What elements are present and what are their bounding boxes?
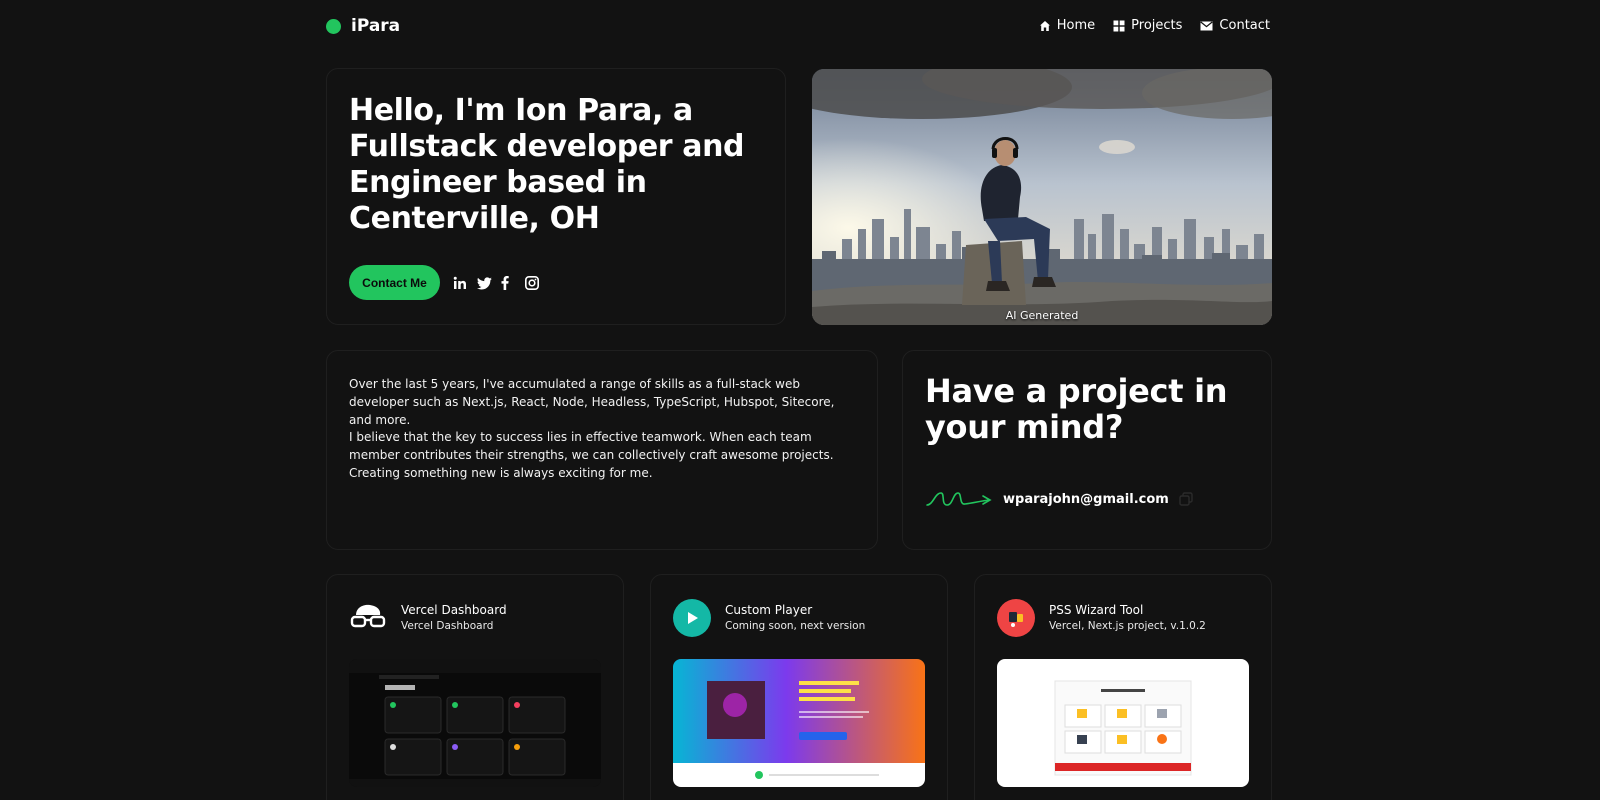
contact-me-button[interactable]: Contact Me	[349, 265, 440, 300]
avatar-glasses-icon	[349, 599, 387, 637]
social-links	[453, 275, 539, 290]
twitter-icon[interactable]	[477, 275, 492, 290]
home-icon	[1039, 20, 1050, 31]
project-screenshot	[673, 659, 925, 787]
nav-contact[interactable]: Contact	[1200, 18, 1270, 33]
scribble-arrow-icon	[926, 492, 992, 506]
project-card-header: Vercel Dashboard Vercel Dashboard	[349, 599, 507, 637]
project-card-vercel-dashboard[interactable]: Vercel Dashboard Vercel Dashboard	[326, 574, 624, 800]
project-card-custom-player[interactable]: Custom Player Coming soon, next version	[650, 574, 948, 800]
nav-home[interactable]: Home	[1039, 18, 1095, 33]
play-icon	[673, 599, 711, 637]
nav-home-label: Home	[1056, 18, 1096, 33]
project-cta-title: Have a project in your mind?	[925, 372, 1228, 446]
linkedin-icon[interactable]	[453, 275, 467, 289]
instagram-icon[interactable]	[525, 275, 539, 290]
project-card-header: Custom Player Coming soon, next version	[673, 599, 865, 637]
project-screenshot	[349, 659, 601, 787]
copy-icon[interactable]	[1179, 492, 1193, 506]
nav-projects-label: Projects	[1131, 18, 1183, 33]
hero-card: Hello, I'm Ion Para, a Fullstack develop…	[326, 68, 786, 325]
about-card: Over the last 5 years, I've accumulated …	[326, 350, 878, 550]
page: iPara Home Projects Contact Hello, I'm I…	[0, 0, 1600, 800]
about-paragraph-teamwork: I believe that the key to success lies i…	[349, 430, 834, 480]
mail-icon	[1200, 21, 1213, 30]
project-screenshot	[997, 659, 1249, 787]
nav-projects[interactable]: Projects	[1113, 18, 1182, 33]
project-title: Custom Player	[725, 603, 813, 617]
project-title: PSS Wizard Tool	[1049, 603, 1144, 617]
top-nav: Home Projects Contact	[1039, 18, 1270, 33]
project-subtitle: Vercel Dashboard	[401, 620, 494, 632]
project-card-pss-wizard[interactable]: PSS Wizard Tool Vercel, Next.js project,…	[974, 574, 1272, 800]
about-paragraph-skills: Over the last 5 years, I've accumulated …	[349, 377, 835, 427]
hero-title: Hello, I'm Ion Para, a Fullstack develop…	[349, 93, 745, 236]
hero-image: AI Generated	[812, 69, 1272, 325]
project-cta-card: Have a project in your mind? wparajohn@g…	[902, 350, 1272, 550]
email-row: wparajohn@gmail.com	[925, 487, 1193, 511]
brand-logo[interactable]: iPara	[326, 16, 400, 36]
logo-dot-icon	[326, 18, 341, 34]
image-caption: AI Generated	[1005, 309, 1079, 322]
wizard-tool-icon	[997, 599, 1035, 637]
grid-icon	[1113, 20, 1125, 31]
project-subtitle: Coming soon, next version	[725, 620, 866, 632]
city-illustration	[812, 69, 1272, 325]
facebook-icon[interactable]	[501, 275, 515, 290]
nav-contact-label: Contact	[1219, 18, 1270, 33]
project-subtitle: Vercel, Next.js project, v.1.0.2	[1049, 620, 1206, 632]
email-address[interactable]: wparajohn@gmail.com	[1003, 492, 1169, 507]
project-title: Vercel Dashboard	[401, 603, 507, 617]
project-card-header: PSS Wizard Tool Vercel, Next.js project,…	[997, 599, 1206, 637]
brand-name: iPara	[351, 16, 401, 36]
